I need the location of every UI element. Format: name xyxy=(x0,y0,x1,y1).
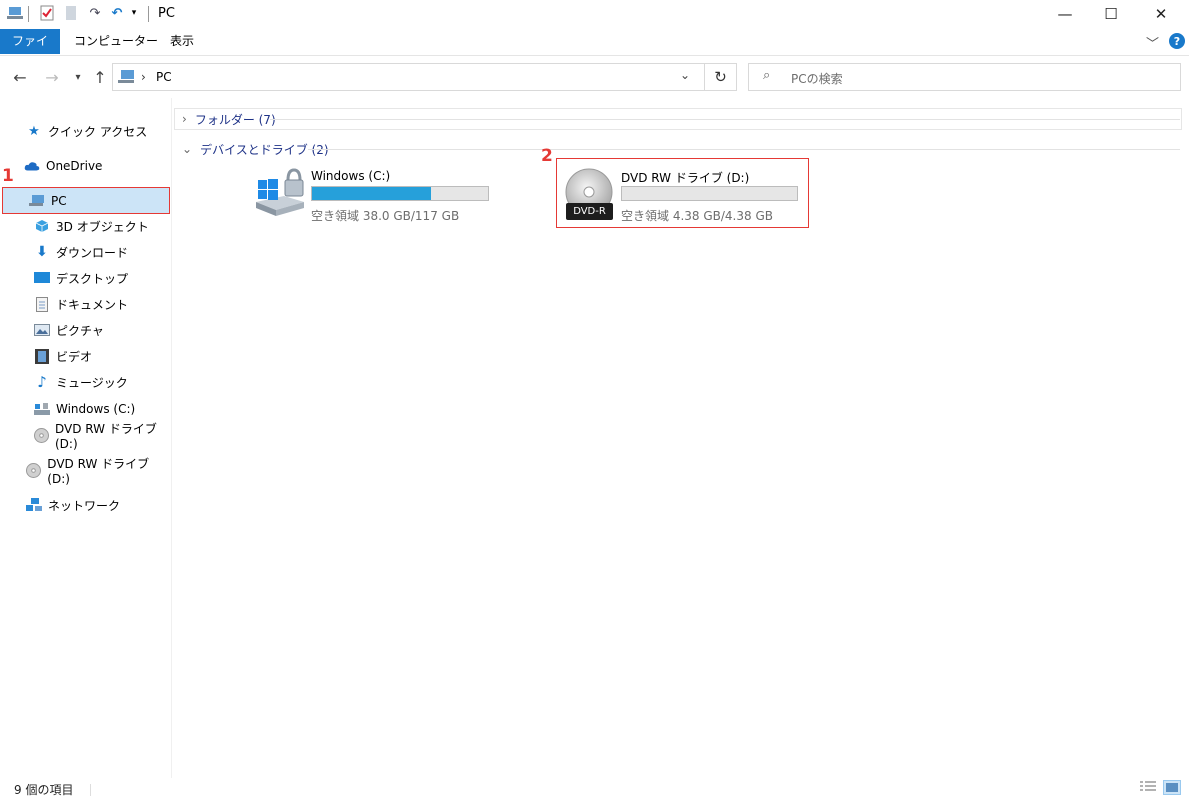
sidebar-item-dvd-d-root[interactable]: DVD RW ドライブ (D:) xyxy=(2,456,170,486)
folders-group-line xyxy=(270,119,1180,120)
sidebar-item-label: 3D オブジェクト xyxy=(56,219,149,234)
sidebar-item-label: ピクチャ xyxy=(56,323,104,338)
sidebar-item-label: ドキュメント xyxy=(56,297,129,312)
customize-toolbar-chevron-icon[interactable]: ▾ xyxy=(128,4,140,22)
status-separator xyxy=(90,784,91,796)
sidebar-item-dvd-d[interactable]: DVD RW ドライブ (D:) xyxy=(2,421,170,451)
large-icons-view-icon[interactable] xyxy=(1163,780,1181,795)
devices-group-header[interactable]: ⌄ デバイスとドライブ (2) xyxy=(182,140,329,158)
drive-d-name: DVD RW ドライブ (D:) xyxy=(621,171,750,185)
sidebar-item-pictures[interactable]: ピクチャ xyxy=(2,317,170,343)
title-separator-2 xyxy=(148,6,149,22)
drive-d-free-space: 空き領域 4.38 GB/4.38 GB xyxy=(621,209,773,223)
sidebar-item-label: ビデオ xyxy=(56,349,93,364)
sidebar-item-label: PC xyxy=(51,193,67,208)
sidebar-item-label: ネットワーク xyxy=(48,498,121,513)
tab-view[interactable]: 表示 xyxy=(158,29,206,54)
devices-group-line xyxy=(308,149,1180,150)
drive-c-usage-bar xyxy=(311,186,489,201)
sidebar-item-label: クイック アクセス xyxy=(48,124,148,139)
minimize-button[interactable]: — xyxy=(1042,0,1088,28)
sidebar-item-network[interactable]: ネットワーク xyxy=(2,492,170,518)
sidebar-item-label: Windows (C:) xyxy=(56,402,136,416)
refresh-icon: ↻ xyxy=(714,68,727,86)
sidebar-item-videos[interactable]: ビデオ xyxy=(2,343,170,369)
sidebar-item-label: DVD RW ドライブ (D:) xyxy=(55,421,157,451)
star-icon: ★ xyxy=(28,123,40,139)
title-bar xyxy=(0,0,1189,28)
search-icon: ⌕ xyxy=(763,68,771,83)
sidebar-item-documents[interactable]: ドキュメント xyxy=(2,291,170,317)
details-view-icon[interactable] xyxy=(1140,780,1156,797)
sidebar-item-3d-objects[interactable]: 3D オブジェクト xyxy=(2,213,170,239)
dvd-r-badge: DVD-R xyxy=(566,203,613,220)
sidebar-item-label: ミュージック xyxy=(56,375,128,390)
new-folder-icon[interactable] xyxy=(62,4,80,22)
chevron-right-icon: › xyxy=(182,112,187,126)
dvd-icon xyxy=(34,427,49,443)
drive-c-name: Windows (C:) xyxy=(311,169,391,183)
sidebar-item-label: ダウンロード xyxy=(56,245,129,260)
computer-icon xyxy=(29,193,45,209)
chevron-down-icon: ⌄ xyxy=(182,142,193,156)
properties-icon[interactable] xyxy=(38,4,56,22)
sidebar-item-windows-c[interactable]: Windows (C:) xyxy=(2,396,170,422)
tab-computer[interactable]: コンピューター xyxy=(62,29,170,54)
address-bar[interactable] xyxy=(112,63,705,91)
breadcrumb-separator-icon: › xyxy=(141,70,146,84)
video-icon xyxy=(34,348,50,364)
network-icon xyxy=(26,497,42,513)
ribbon-expand-chevron-icon[interactable]: ﹀ xyxy=(1146,33,1159,52)
drive-icon xyxy=(34,401,50,417)
search-placeholder[interactable]: PCの検索 xyxy=(791,70,843,87)
folders-group-label: フォルダー (7) xyxy=(194,112,276,127)
window-title: PC xyxy=(158,6,175,21)
tab-file[interactable]: ファイル xyxy=(0,29,60,73)
up-arrow-icon[interactable]: ↑ xyxy=(90,66,110,88)
sidebar-item-music[interactable]: ♪ ミュージック xyxy=(2,369,170,395)
help-icon[interactable]: ? xyxy=(1169,33,1185,49)
picture-icon xyxy=(34,322,50,338)
annotation-label-1: 1 xyxy=(2,166,14,186)
address-dropdown-chevron-icon[interactable]: ⌄ xyxy=(680,68,690,82)
drive-c-usage-fill xyxy=(312,187,431,200)
address-computer-icon xyxy=(118,69,136,87)
drive-d-usage-bar xyxy=(621,186,798,201)
sidebar-item-desktop[interactable]: デスクトップ xyxy=(2,265,170,291)
close-button[interactable]: ✕ xyxy=(1138,0,1184,28)
desktop-icon xyxy=(34,270,50,286)
sidebar-item-label: DVD RW ドライブ (D:) xyxy=(47,456,150,486)
sidebar-item-pc[interactable]: PC xyxy=(2,187,170,214)
drive-c-free-space: 空き領域 38.0 GB/117 GB xyxy=(311,209,460,223)
sidebar-item-onedrive[interactable]: OneDrive xyxy=(2,153,170,179)
folders-group-header[interactable]: › フォルダー (7) xyxy=(182,110,276,128)
download-icon: ⬇ xyxy=(36,244,48,260)
recent-locations-chevron-icon[interactable]: ▾ xyxy=(68,66,88,88)
dvd-icon xyxy=(26,462,42,478)
music-icon: ♪ xyxy=(37,373,47,391)
redo-icon[interactable]: ↷ xyxy=(86,4,104,22)
cloud-icon xyxy=(24,158,40,174)
windows-drive-icon xyxy=(254,166,306,221)
maximize-button[interactable]: ☐ xyxy=(1088,0,1134,28)
cube-icon xyxy=(34,218,50,234)
breadcrumb-pc[interactable]: PC xyxy=(156,70,172,84)
title-separator xyxy=(28,6,29,22)
forward-arrow-icon[interactable]: → xyxy=(42,66,62,88)
pane-divider[interactable] xyxy=(171,98,172,778)
back-arrow-icon[interactable]: ← xyxy=(10,66,30,88)
sidebar-item-label: デスクトップ xyxy=(56,271,129,286)
sidebar-item-quick-access[interactable]: ★ クイック アクセス xyxy=(2,118,170,144)
refresh-button[interactable]: ↻ xyxy=(705,63,737,91)
app-computer-icon xyxy=(6,4,24,22)
sidebar-item-downloads[interactable]: ⬇ ダウンロード xyxy=(2,239,170,265)
status-item-count: 9 個の項目 xyxy=(14,783,74,797)
document-icon xyxy=(34,296,50,312)
undo-icon[interactable]: ↶ xyxy=(108,4,126,22)
annotation-label-2: 2 xyxy=(541,146,553,166)
sidebar-item-label: OneDrive xyxy=(46,159,103,173)
